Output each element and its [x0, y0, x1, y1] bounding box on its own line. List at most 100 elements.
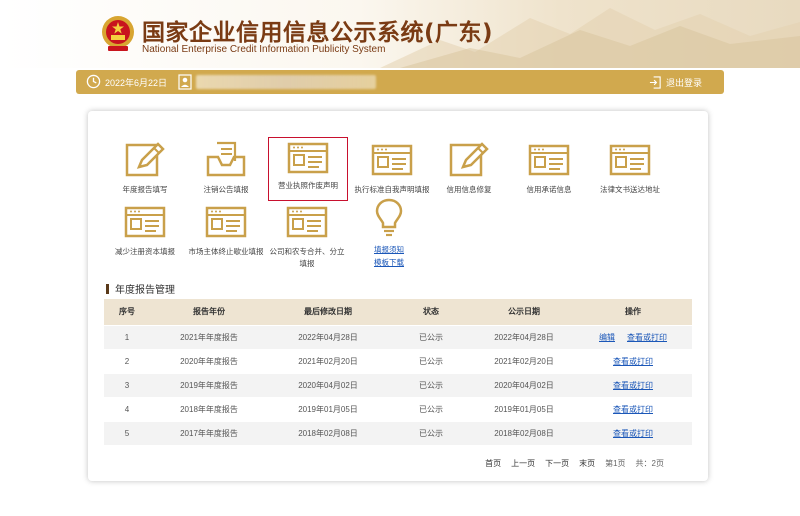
logout-icon — [649, 75, 661, 89]
license-card-icon — [609, 144, 651, 176]
first-page-button[interactable]: 首页 — [485, 458, 501, 469]
cell-modified: 2019年01月05日 — [268, 396, 388, 421]
col-header-actions: 操作 — [574, 299, 692, 325]
license-card-icon — [124, 206, 166, 238]
tile-label: 营业执照作废声明 — [278, 181, 338, 190]
edit-doc-icon — [449, 142, 489, 177]
logout-label: 退出登录 — [666, 77, 703, 88]
view-print-link[interactable]: 查看或打印 — [613, 357, 653, 366]
edit-doc-icon — [125, 142, 165, 177]
col-header-year: 报告年份 — [150, 299, 268, 325]
template-download-link[interactable]: 模板下载 — [374, 256, 404, 269]
user-name-redacted — [196, 75, 376, 89]
cell-year: 2020年年度报告 — [150, 348, 268, 373]
cell-actions: 查看或打印 — [574, 348, 692, 373]
tile-label: 信用承诺信息 — [526, 185, 572, 194]
hint-links: 填报须知 模板下载 — [374, 243, 404, 269]
current-page: 第1页 — [605, 459, 626, 468]
section-heading: 年度报告管理 — [106, 281, 175, 296]
next-page-button[interactable]: 下一页 — [545, 458, 569, 469]
site-subtitle: National Enterprise Credit Information P… — [142, 44, 386, 55]
view-print-link[interactable]: 查看或打印 — [613, 405, 653, 414]
col-header-published: 公示日期 — [474, 299, 574, 325]
cell-modified: 2021年02月20日 — [268, 348, 388, 373]
cell-no: 1 — [104, 324, 150, 349]
section-marker — [106, 283, 109, 294]
cell-actions: 查看或打印 — [574, 396, 692, 421]
site-title: 国家企业信用信息公示系统(广东) — [142, 20, 494, 46]
site-header: 国家企业信用信息公示系统(广东) National Enterprise Cre… — [0, 0, 800, 68]
pagination: 首页 上一页 下一页 末页 第1页 共：2页 — [485, 458, 664, 469]
tile-merger-split[interactable]: 公司和农专合并、分立填报 — [262, 203, 352, 270]
cell-no: 3 — [104, 372, 150, 397]
cell-no: 4 — [104, 396, 150, 421]
top-bar: 2022年6月22日 退出登录 — [76, 70, 724, 94]
tile-credit-repair[interactable]: 信用信息修复 — [424, 141, 514, 196]
clock-icon — [86, 74, 101, 89]
cell-actions: 查看或打印 — [574, 372, 692, 397]
col-header-status: 状态 — [388, 299, 474, 325]
main-panel: 年度报告填写 注销公告填报 营业执照作废声明 执行标准自我声明填报 信用信息修复… — [88, 111, 708, 481]
table-row: 2 2020年年度报告 2021年02月20日 已公示 2021年02月20日 … — [104, 348, 692, 373]
logout-button[interactable]: 退出登录 — [649, 74, 702, 90]
tile-annual-report[interactable]: 年度报告填写 — [100, 141, 190, 196]
cell-actions: 查看或打印 — [574, 420, 692, 445]
cell-status: 已公示 — [388, 372, 474, 397]
total-pages: 共：2页 — [635, 459, 664, 468]
tile-credit-commitment[interactable]: 信用承诺信息 — [504, 141, 594, 196]
tile-legal-document-address[interactable]: 法律文书送达地址 — [585, 141, 675, 196]
table-header-row: 序号 报告年份 最后修改日期 状态 公示日期 操作 — [104, 299, 692, 325]
view-print-link[interactable]: 查看或打印 — [613, 429, 653, 438]
license-card-icon — [371, 144, 413, 176]
cell-published: 2018年02月08日 — [474, 420, 574, 445]
cell-published: 2022年04月28日 — [474, 324, 574, 349]
cell-no: 5 — [104, 420, 150, 445]
tile-label: 注销公告填报 — [203, 185, 249, 194]
table-row: 4 2018年年度报告 2019年01月05日 已公示 2019年01月05日 … — [104, 396, 692, 421]
cell-status: 已公示 — [388, 396, 474, 421]
edit-link[interactable]: 编辑 — [599, 333, 615, 342]
cell-status: 已公示 — [388, 348, 474, 373]
table-row: 5 2017年年度报告 2018年02月08日 已公示 2018年02月08日 … — [104, 420, 692, 445]
cell-year: 2017年年度报告 — [150, 420, 268, 445]
tile-label: 法律文书送达地址 — [600, 185, 660, 194]
cell-modified: 2020年04月02日 — [268, 372, 388, 397]
view-print-link[interactable]: 查看或打印 — [627, 333, 667, 342]
cell-year: 2021年年度报告 — [150, 324, 268, 349]
cell-published: 2021年02月20日 — [474, 348, 574, 373]
cell-modified: 2018年02月08日 — [268, 420, 388, 445]
cell-modified: 2022年04月28日 — [268, 324, 388, 349]
lightbulb-icon — [375, 198, 403, 237]
col-header-no: 序号 — [104, 299, 150, 325]
current-date: 2022年6月22日 — [105, 78, 168, 88]
cell-year: 2019年年度报告 — [150, 372, 268, 397]
license-card-icon — [528, 144, 570, 176]
license-card-icon — [286, 206, 328, 238]
tile-business-termination[interactable]: 市场主体终止歇业填报 — [176, 203, 276, 258]
cell-status: 已公示 — [388, 420, 474, 445]
table-row: 3 2019年年度报告 2020年04月02日 已公示 2020年04月02日 … — [104, 372, 692, 397]
cell-status: 已公示 — [388, 324, 474, 349]
cell-published: 2020年04月02日 — [474, 372, 574, 397]
license-card-icon — [205, 206, 247, 238]
cell-published: 2019年01月05日 — [474, 396, 574, 421]
cell-no: 2 — [104, 348, 150, 373]
hint-block — [364, 197, 414, 237]
tile-label: 年度报告填写 — [122, 185, 168, 194]
view-print-link[interactable]: 查看或打印 — [613, 381, 653, 390]
cell-year: 2018年年度报告 — [150, 396, 268, 421]
tile-deregistration-notice[interactable]: 注销公告填报 — [181, 141, 271, 196]
last-page-button[interactable]: 末页 — [579, 458, 595, 469]
fill-notice-link[interactable]: 填报须知 — [374, 243, 404, 256]
tile-license-void-statement[interactable]: 营业执照作废声明 — [268, 137, 348, 201]
section-title: 年度报告管理 — [115, 285, 175, 296]
cell-actions: 编辑 查看或打印 — [574, 324, 692, 349]
user-card-icon — [178, 74, 192, 90]
tile-label: 市场主体终止歇业填报 — [188, 247, 264, 256]
table-row: 1 2021年年度报告 2022年04月28日 已公示 2022年04月28日 … — [104, 324, 692, 349]
annual-report-table: 序号 报告年份 最后修改日期 状态 公示日期 操作 1 2021年年度报告 20… — [104, 299, 692, 445]
prev-page-button[interactable]: 上一页 — [511, 458, 535, 469]
license-card-icon — [287, 142, 329, 174]
tile-label: 信用信息修复 — [446, 185, 492, 194]
tile-label: 公司和农专合并、分立填报 — [269, 247, 345, 268]
